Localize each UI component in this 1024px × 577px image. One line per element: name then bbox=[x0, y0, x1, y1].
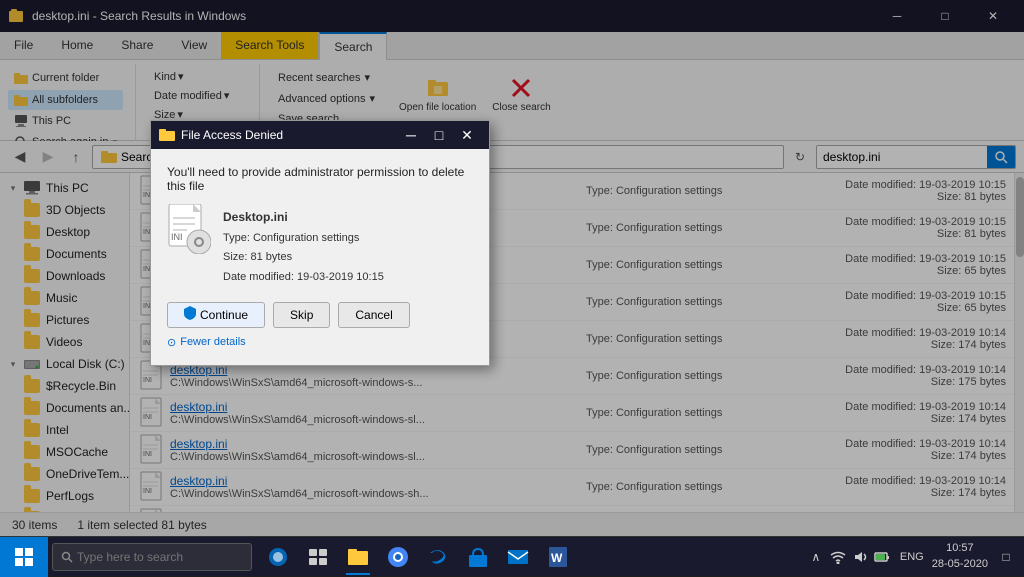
taskbar-cortana-icon[interactable] bbox=[260, 539, 296, 575]
taskbar-icons: W bbox=[260, 539, 806, 575]
taskbar-task-view-icon[interactable] bbox=[300, 539, 336, 575]
dialog-filename: Desktop.ini bbox=[223, 207, 384, 229]
taskbar-mail-icon[interactable] bbox=[500, 539, 536, 575]
dialog-title-icon bbox=[159, 127, 175, 143]
dialog-continue-button[interactable]: Continue bbox=[167, 302, 265, 328]
taskbar: W ∧ ENG 10:57 28-05-2020 □ bbox=[0, 536, 1024, 576]
dialog-file-icon: INI bbox=[167, 207, 211, 251]
dialog-minimize-button[interactable]: ─ bbox=[397, 121, 425, 149]
dialog-file-size: Size: 81 bytes bbox=[223, 248, 384, 268]
fewer-details-icon: ⊙ bbox=[167, 336, 176, 349]
tray-battery-icon[interactable] bbox=[872, 547, 892, 567]
dialog-title: File Access Denied bbox=[181, 128, 397, 142]
dialog-overlay: File Access Denied ─ □ ✕ You'll need to … bbox=[0, 0, 1024, 576]
svg-text:W: W bbox=[551, 551, 563, 565]
taskbar-edge-icon[interactable] bbox=[420, 539, 456, 575]
dialog-content: You'll need to provide administrator per… bbox=[151, 149, 489, 365]
taskbar-search-box[interactable] bbox=[52, 543, 252, 571]
dialog-file-info: INI Desktop.ini Type: Configuration sett… bbox=[167, 207, 473, 288]
dialog-controls: ─ □ ✕ bbox=[397, 121, 481, 149]
dialog-skip-button[interactable]: Skip bbox=[273, 302, 330, 328]
taskbar-explorer-icon[interactable] bbox=[340, 539, 376, 575]
dialog-message: You'll need to provide administrator per… bbox=[167, 165, 473, 193]
clock-date: 28-05-2020 bbox=[932, 557, 988, 572]
tray-notification-icon[interactable]: □ bbox=[996, 547, 1016, 567]
dialog-cancel-button[interactable]: Cancel bbox=[338, 302, 409, 328]
file-access-denied-dialog: File Access Denied ─ □ ✕ You'll need to … bbox=[150, 120, 490, 366]
clock-time: 10:57 bbox=[932, 541, 988, 556]
taskbar-word-icon[interactable]: W bbox=[540, 539, 576, 575]
taskbar-store-icon[interactable] bbox=[460, 539, 496, 575]
search-icon bbox=[61, 551, 73, 563]
dialog-fewer-details-button[interactable]: ⊙ Fewer details bbox=[167, 336, 473, 349]
tray-network-icon[interactable] bbox=[828, 547, 848, 567]
dialog-file-details: Desktop.ini Type: Configuration settings… bbox=[223, 207, 384, 288]
dialog-titlebar: File Access Denied ─ □ ✕ bbox=[151, 121, 489, 149]
dialog-close-button[interactable]: ✕ bbox=[453, 121, 481, 149]
taskbar-search-input[interactable] bbox=[77, 550, 237, 564]
shield-icon bbox=[184, 306, 196, 323]
taskbar-tray: ∧ ENG 10:57 28-05-2020 □ bbox=[806, 541, 1016, 572]
tray-up-arrow[interactable]: ∧ bbox=[806, 547, 826, 567]
taskbar-clock[interactable]: 10:57 28-05-2020 bbox=[932, 541, 988, 572]
dialog-file-date: Date modified: 19-03-2019 10:15 bbox=[223, 268, 384, 288]
dialog-file-type: Type: Configuration settings bbox=[223, 229, 384, 249]
tray-icons: ∧ bbox=[806, 547, 892, 567]
start-button[interactable] bbox=[0, 537, 48, 577]
dialog-maximize-button[interactable]: □ bbox=[425, 121, 453, 149]
windows-logo-icon bbox=[15, 548, 33, 566]
taskbar-chrome-icon[interactable] bbox=[380, 539, 416, 575]
tray-volume-icon[interactable] bbox=[850, 547, 870, 567]
svg-text:INI: INI bbox=[171, 232, 183, 242]
tray-lang: ENG bbox=[900, 551, 924, 563]
dialog-buttons: Continue Skip Cancel bbox=[167, 302, 473, 328]
